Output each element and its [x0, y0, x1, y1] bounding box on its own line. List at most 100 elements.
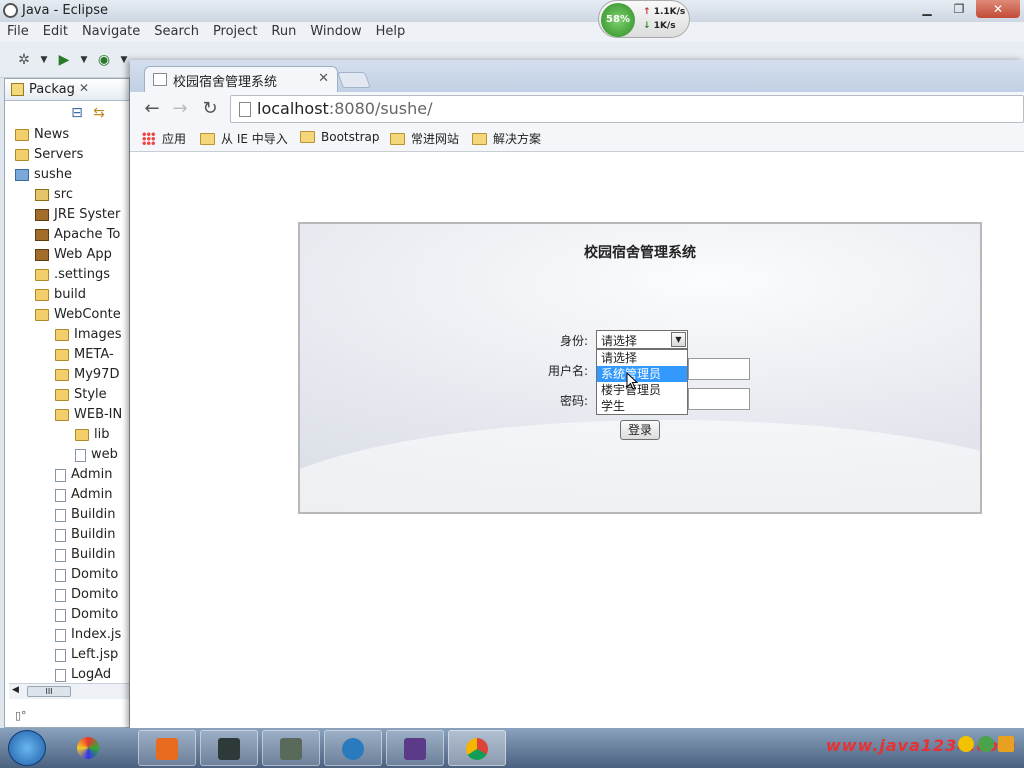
menu-item-project[interactable]: Project: [206, 22, 264, 42]
bookmark-item[interactable]: 应用: [142, 130, 186, 147]
menu-item-edit[interactable]: Edit: [36, 22, 75, 42]
menu-item-navigate[interactable]: Navigate: [75, 22, 147, 42]
browser-tab[interactable]: 校园宿舍管理系统 ✕: [144, 66, 338, 92]
bookmark-item[interactable]: 从 IE 中导入: [200, 130, 288, 147]
login-button[interactable]: 登录: [620, 420, 660, 440]
chrome-tabstrip: 校园宿舍管理系统 ✕: [130, 60, 1024, 92]
bookmarks-bar: 应用 从 IE 中导入 Bootstrap 常进网站 解决方案: [130, 126, 1024, 152]
role-option[interactable]: 学生: [597, 398, 687, 414]
taskbar-terminal-icon[interactable]: [200, 730, 258, 766]
file-icon: [75, 448, 86, 462]
debug-icon[interactable]: ◉: [96, 52, 112, 68]
username-input[interactable]: [688, 358, 750, 380]
menu-item-run[interactable]: Run: [264, 22, 303, 42]
tree-item[interactable]: Buildin: [55, 545, 115, 565]
tree-item[interactable]: lib: [75, 425, 109, 445]
role-option[interactable]: 楼宇管理员: [597, 382, 687, 398]
package-explorer-tab[interactable]: Packag ✕: [5, 79, 129, 101]
tree-item[interactable]: Servers: [15, 145, 83, 165]
tree-item[interactable]: web: [75, 445, 118, 465]
bookmark-item[interactable]: Bootstrap: [300, 130, 379, 144]
role-select[interactable]: 请选择 ▼: [596, 330, 688, 349]
password-input[interactable]: [688, 388, 750, 410]
start-button[interactable]: [8, 730, 46, 766]
folder-icon: [390, 132, 405, 145]
tree-item[interactable]: Admin: [55, 485, 112, 505]
tree-item[interactable]: Admin: [55, 465, 112, 485]
back-arrow-icon[interactable]: ←: [140, 97, 164, 121]
taskbar-chrome-icon[interactable]: [448, 730, 506, 766]
chevron-down-icon[interactable]: ▼: [76, 52, 92, 68]
taskbar-app-icon[interactable]: [60, 730, 118, 766]
tree-item[interactable]: My97D: [55, 365, 119, 385]
reload-icon[interactable]: ↻: [198, 97, 222, 121]
gear-icon[interactable]: ✲: [16, 52, 32, 68]
tree-item-label: src: [54, 187, 73, 202]
tray-icon[interactable]: [978, 736, 994, 752]
close-icon[interactable]: ✕: [79, 81, 89, 95]
tree-item[interactable]: Apache To: [35, 225, 120, 245]
web-page: 校园宿舍管理系统 身份: 请选择 ▼ 用户名: 密码: 请选择 系统管理员 楼宇管理…: [130, 152, 1024, 730]
chrome-toolbar: ← → ↻ localhost:8080/sushe/: [130, 92, 1024, 126]
role-option[interactable]: 系统管理员: [597, 366, 687, 382]
link-editor-icon[interactable]: ⇆: [91, 105, 107, 121]
tree-item[interactable]: WEB-IN: [55, 405, 122, 425]
tree-item[interactable]: JRE Syster: [35, 205, 120, 225]
tree-item[interactable]: LogAd: [55, 665, 111, 685]
tree-item[interactable]: Images: [55, 325, 122, 345]
tree-item[interactable]: Left.jsp: [55, 645, 118, 665]
chevron-down-icon[interactable]: ▼: [671, 332, 686, 347]
bookmark-item[interactable]: 解决方案: [472, 130, 541, 147]
tree-item[interactable]: News: [15, 125, 69, 145]
tree-item[interactable]: Domito: [55, 565, 118, 585]
jar-icon: [35, 249, 49, 261]
menu-item-file[interactable]: File: [0, 22, 36, 42]
tree-item[interactable]: Style: [55, 385, 107, 405]
tree-item[interactable]: META-: [55, 345, 114, 365]
collapse-all-icon[interactable]: ⊟: [69, 105, 85, 121]
taskbar-powerpoint-icon[interactable]: [138, 730, 196, 766]
folder-icon: [55, 349, 69, 361]
menu-item-search[interactable]: Search: [147, 22, 206, 42]
package-explorer: Packag ✕ ⊟ ⇆ News Servers sushe src JRE Syst…: [4, 78, 130, 728]
scroll-left-icon[interactable]: ◀: [12, 685, 19, 695]
browser-tab-title: 校园宿舍管理系统: [173, 75, 278, 90]
role-option[interactable]: 请选择: [597, 350, 687, 366]
tree-item[interactable]: Buildin: [55, 525, 115, 545]
horizontal-scrollbar[interactable]: ◀ III: [9, 683, 129, 699]
tree-item[interactable]: src: [35, 185, 73, 205]
tree-item[interactable]: Domito: [55, 605, 118, 625]
tree-item[interactable]: Index.js: [55, 625, 121, 645]
new-tab-button[interactable]: [337, 72, 371, 88]
close-tab-icon[interactable]: ✕: [318, 71, 329, 86]
tray-icon[interactable]: [958, 736, 974, 752]
bookmark-label: 解决方案: [493, 132, 542, 146]
forward-arrow-icon[interactable]: →: [168, 97, 192, 121]
run-icon[interactable]: ▶: [56, 52, 72, 68]
taskbar-mysql-icon[interactable]: [324, 730, 382, 766]
window-title: Java - Eclipse: [22, 3, 109, 18]
close-button[interactable]: ✕: [976, 0, 1020, 18]
tree-item[interactable]: sushe: [15, 165, 72, 185]
jar-icon: [35, 229, 49, 241]
tree-item[interactable]: WebConte: [35, 305, 121, 325]
tree-item[interactable]: Buildin: [55, 505, 115, 525]
minimize-button[interactable]: ▁: [912, 0, 942, 18]
tree-item[interactable]: Domito: [55, 585, 118, 605]
tree-item[interactable]: build: [35, 285, 86, 305]
taskbar-tool-icon[interactable]: [262, 730, 320, 766]
maximize-button[interactable]: ❐: [944, 0, 974, 18]
tree-item[interactable]: Web App: [35, 245, 112, 265]
taskbar-eclipse-icon[interactable]: [386, 730, 444, 766]
file-icon: [55, 508, 66, 522]
scrollbar-thumb[interactable]: III: [27, 686, 71, 697]
menu-item-help[interactable]: Help: [369, 22, 413, 42]
address-bar[interactable]: localhost:8080/sushe/: [230, 95, 1024, 123]
mail-icon[interactable]: [998, 736, 1014, 752]
menu-item-window[interactable]: Window: [303, 22, 368, 42]
package-explorer-tools: ⊟ ⇆: [5, 101, 129, 125]
chevron-down-icon[interactable]: ▼: [36, 52, 52, 68]
network-speed-widget[interactable]: 58% ↑ 1.1K/s ↓ 1K/s: [598, 0, 690, 38]
tree-item[interactable]: .settings: [35, 265, 110, 285]
bookmark-item[interactable]: 常进网站: [390, 130, 459, 147]
